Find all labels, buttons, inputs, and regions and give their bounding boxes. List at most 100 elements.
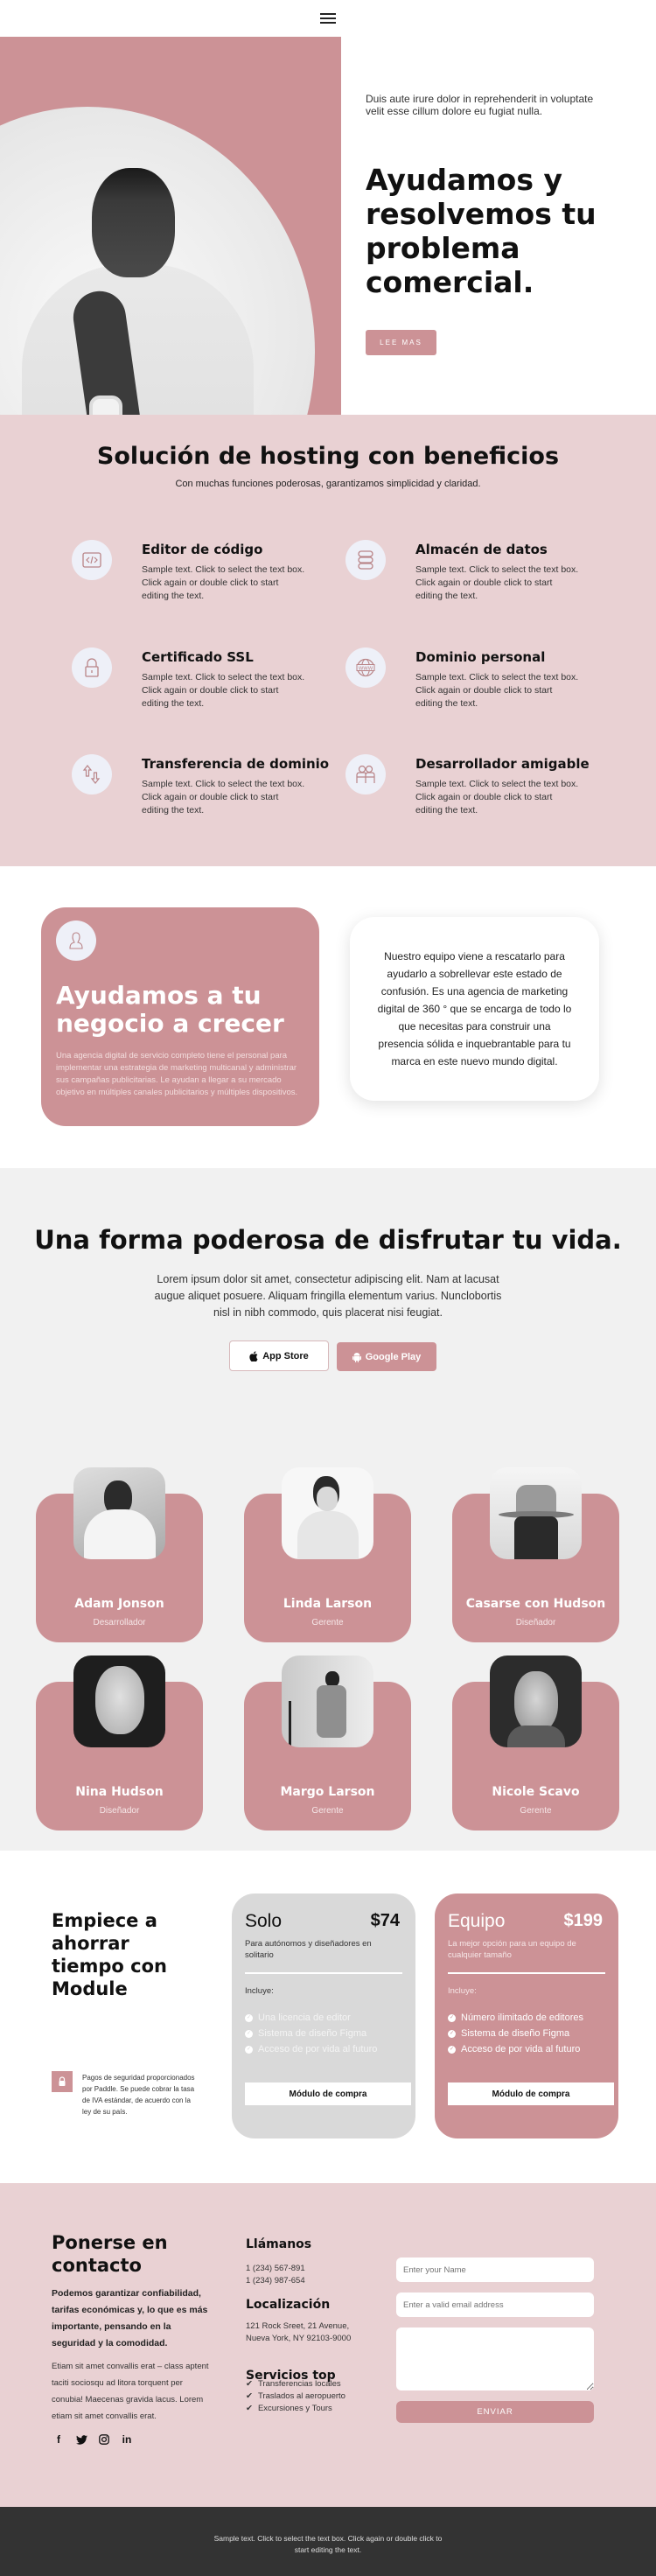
- plan-includes-label: Incluye:: [245, 1986, 274, 1996]
- secure-payment-text: Pagos de seguridad proporcionados por Pa…: [82, 2074, 195, 2116]
- code-icon: [72, 540, 112, 580]
- lock-icon: [52, 2071, 73, 2092]
- team-member-name: Margo Larson: [280, 1785, 375, 1799]
- twitter-icon[interactable]: [75, 2433, 87, 2446]
- plan-price: $199: [563, 1911, 604, 1930]
- check-circle-icon: ✓: [448, 2029, 456, 2038]
- plan-feature: ✓ Una licencia de editor: [245, 2012, 351, 2023]
- team-member-role: Diseñador: [515, 1618, 556, 1628]
- features-title: Solución de hosting con beneficios: [96, 443, 560, 470]
- check-icon: ✔: [246, 2379, 253, 2389]
- address: 121 Rock Sreet, 21 Avenue, Nueva York, N…: [246, 2321, 352, 2343]
- plan-feature-list: ✓ Una licencia de editor ✓ Sistema de dise…: [245, 2010, 377, 2057]
- feature-description: Sample text. Click to select the text bo…: [415, 672, 579, 709]
- plan-name: Equipo: [448, 1911, 506, 1931]
- plan-card-solo: Solo $74 Para autónomos y diseñadores en…: [232, 1894, 415, 2138]
- name-input[interactable]: [396, 2258, 594, 2282]
- people-icon: [345, 754, 386, 794]
- services-list: ✔ Transferencias locales ✔ Traslados al ae…: [246, 2378, 359, 2415]
- team-member-name: Linda Larson: [283, 1597, 373, 1611]
- database-icon: [345, 540, 386, 580]
- transfer-arrows-icon: [72, 754, 112, 794]
- team-member-role: Diseñador: [99, 1806, 140, 1816]
- pricing-section: Empiece a ahorrar tiempo con Module Pago…: [0, 1851, 656, 2183]
- lock-icon: [72, 648, 112, 688]
- feature-name: Dominio personal: [415, 649, 546, 665]
- plan-description: Para autónomos y diseñadores en solitari…: [245, 1939, 372, 1960]
- plan-includes-label: Incluye:: [448, 1986, 477, 1996]
- check-circle-icon: ✓: [245, 2013, 253, 2022]
- app-section: Una forma poderosa de disfrutar tu vida.…: [0, 1168, 656, 1851]
- read-more-button[interactable]: LEE MAS: [366, 330, 436, 355]
- hero-photo: [0, 107, 315, 415]
- team-member-photo: [282, 1656, 373, 1747]
- service-item: ✔ Traslados al aeropuerto: [246, 2391, 345, 2401]
- phone-2: 1 (234) 987-654: [246, 2276, 305, 2286]
- footer-text: Sample text. Click to select the text bo…: [213, 2534, 443, 2554]
- features-subtitle: Con muchas funciones poderosas, garantiz…: [175, 479, 481, 489]
- grow-title: Ayudamos a tu negocio a crecer: [56, 981, 284, 1038]
- app-store-label: App Store: [262, 1350, 309, 1362]
- team-member-role: Gerente: [520, 1806, 552, 1816]
- team-member-name: Casarse con Hudson: [465, 1597, 606, 1611]
- linkedin-icon[interactable]: in: [121, 2433, 133, 2446]
- grow-section: Ayudamos a tu negocio a crecer Una agenc…: [0, 866, 656, 1168]
- feature-name: Certificado SSL: [142, 649, 254, 665]
- google-play-label: Google Play: [365, 1351, 422, 1362]
- plan-description: La mejor opción para un equipo de cualqu…: [448, 1939, 576, 1960]
- feature-item: Desarrollador amigable Sample text. Clic…: [345, 754, 608, 833]
- top-bar: [0, 0, 656, 37]
- feature-item: WWW Dominio personal Sample text. Click …: [345, 648, 608, 726]
- team-member-card: Nina Hudson Diseñador: [36, 1656, 203, 1830]
- feature-item: Editor de código Sample text. Click to s…: [72, 540, 334, 619]
- team-member-role: Gerente: [311, 1618, 344, 1628]
- team-member-photo: [73, 1656, 165, 1747]
- location-title: Localización: [246, 2298, 331, 2312]
- plan-divider: [245, 1972, 402, 1974]
- check-circle-icon: ✓: [245, 2029, 253, 2038]
- plan-name: Solo: [245, 1911, 283, 1931]
- app-title: Una forma poderosa de disfrutar tu vida.: [34, 1225, 622, 1255]
- send-button[interactable]: ENVIAR: [396, 2401, 594, 2423]
- contact-text: Etiam sit amet convallis erat – class ap…: [52, 2362, 209, 2421]
- plan-divider: [448, 1972, 605, 1974]
- hamburger-menu-icon[interactable]: [320, 10, 336, 26]
- features-section: Solución de hosting con beneficios Con m…: [0, 415, 656, 866]
- plan-feature: ✓ Sistema de diseño Figma: [448, 2028, 570, 2039]
- hero-photo-body: [22, 264, 254, 415]
- email-input[interactable]: [396, 2292, 594, 2317]
- feature-name: Almacén de datos: [415, 542, 548, 557]
- check-circle-icon: ✓: [245, 2045, 253, 2054]
- team-member-photo: [490, 1467, 582, 1559]
- feature-item: Certificado SSL Sample text. Click to se…: [72, 648, 334, 726]
- google-play-button[interactable]: Google Play: [337, 1342, 436, 1371]
- social-links: f in: [52, 2433, 133, 2446]
- team-member-photo: [282, 1467, 373, 1559]
- team-member-card: Nicole Scavo Gerente: [452, 1656, 619, 1830]
- feature-name: Editor de código: [142, 542, 263, 557]
- hero-photo-head: [92, 168, 175, 277]
- team-member-photo: [490, 1656, 582, 1747]
- grow-card: Ayudamos a tu negocio a crecer Una agenc…: [41, 907, 319, 1126]
- feature-item: Almacén de datos Sample text. Click to s…: [345, 540, 608, 619]
- buy-solo-button[interactable]: Módulo de compra: [245, 2082, 411, 2105]
- feature-description: Sample text. Click to select the text bo…: [142, 564, 305, 601]
- pricing-title: Empiece a ahorrar tiempo con Module: [52, 1910, 167, 1999]
- check-circle-icon: ✓: [448, 2013, 456, 2022]
- app-store-button[interactable]: App Store: [229, 1340, 329, 1371]
- svg-text:WWW: WWW: [359, 666, 373, 671]
- team-member-card: Adam Jonson Desarrollador: [36, 1467, 203, 1642]
- footer: Sample text. Click to select the text bo…: [0, 2507, 656, 2576]
- message-textarea[interactable]: [396, 2328, 594, 2390]
- app-text: Lorem ipsum dolor sit amet, consectetur …: [154, 1273, 502, 1319]
- instagram-icon[interactable]: [98, 2433, 110, 2446]
- buy-team-button[interactable]: Módulo de compra: [448, 2082, 614, 2105]
- team-member-role: Gerente: [311, 1806, 344, 1816]
- team-member-name: Nicole Scavo: [492, 1785, 580, 1799]
- contact-lead: Podemos garantizar confiabilidad, tarifa…: [52, 2288, 208, 2348]
- facebook-icon[interactable]: f: [52, 2433, 65, 2446]
- contact-title: Ponerse en contacto: [52, 2232, 168, 2276]
- plan-price: $74: [370, 1911, 400, 1930]
- hero-title: Ayudamos y resolvemos tu problema comerc…: [366, 163, 597, 299]
- plan-feature: ✓ Acceso de por vida al futuro: [245, 2044, 378, 2054]
